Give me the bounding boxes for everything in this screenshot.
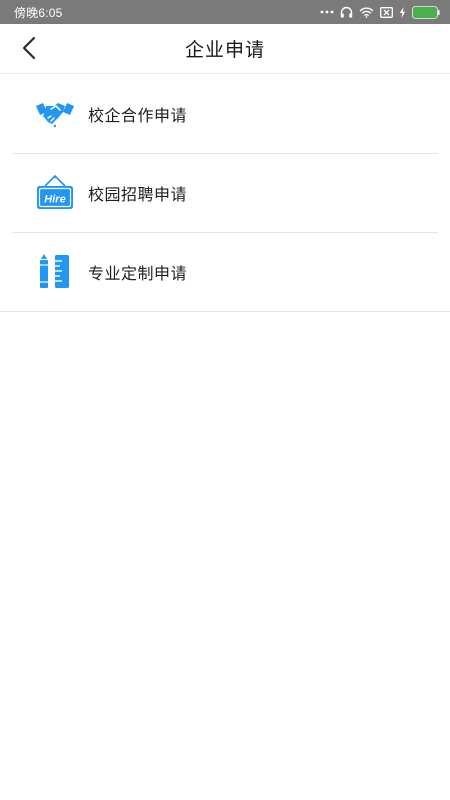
wifi-icon	[359, 7, 374, 18]
hire-sign-icon: Hire	[34, 173, 76, 213]
pencil-ruler-icon	[34, 252, 76, 292]
menu-item-label: 校企合作申请	[88, 106, 188, 125]
back-button[interactable]	[14, 35, 44, 65]
battery-icon	[412, 5, 440, 19]
chevron-left-icon	[22, 36, 36, 64]
status-time: 傍晚6:05	[14, 5, 63, 20]
status-icons	[320, 5, 440, 19]
menu-item-campus-recruitment[interactable]: Hire 校园招聘申请	[0, 154, 450, 232]
menu-item-label: 校园招聘申请	[88, 185, 188, 204]
menu-item-major-customization[interactable]: 专业定制申请	[0, 233, 450, 311]
app-header: 企业申请	[0, 24, 450, 74]
page-title: 企业申请	[184, 39, 265, 61]
menu-item-school-enterprise-cooperation[interactable]: 校企合作申请	[0, 75, 450, 153]
charging-icon	[399, 6, 406, 18]
sim-off-icon	[380, 6, 393, 18]
svg-text:Hire: Hire	[44, 194, 65, 206]
headphones-icon	[340, 6, 353, 18]
divider	[0, 311, 450, 312]
status-bar: 傍晚6:05	[0, 0, 450, 24]
handshake-icon	[34, 94, 76, 134]
menu-item-label: 专业定制申请	[88, 264, 188, 283]
menu-list: 校企合作申请 Hire 校园招聘申请 专业定制申请	[0, 75, 450, 312]
more-dots-icon	[320, 9, 334, 15]
